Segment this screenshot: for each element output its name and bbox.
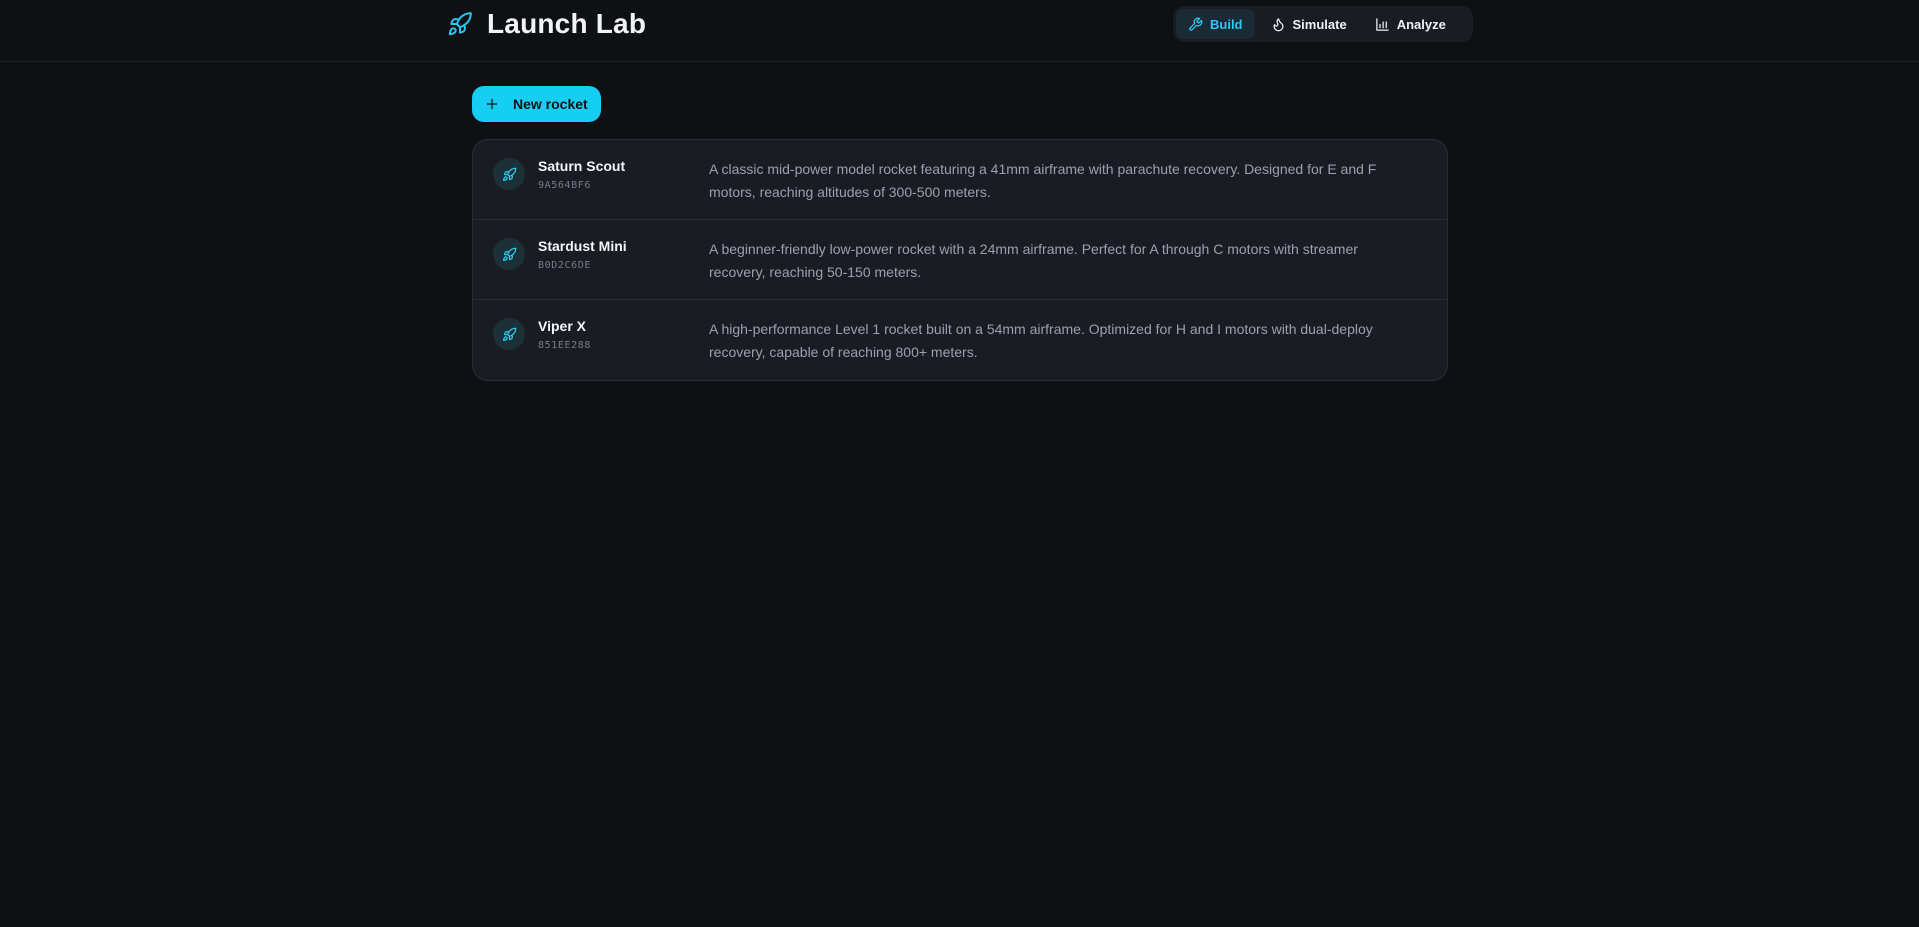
rocket-id: 851EE288 [538, 340, 591, 351]
rocket-description: A high-performance Level 1 rocket built … [709, 321, 1373, 360]
rocket-icon [493, 318, 525, 350]
rocket-row[interactable]: Viper X 851EE288 A high-performance Leve… [473, 300, 1447, 380]
rocket-list: Saturn Scout 9A564BF6 A classic mid-powe… [472, 139, 1448, 381]
tab-label: Build [1210, 16, 1243, 32]
new-rocket-button[interactable]: New rocket [472, 86, 601, 122]
rocket-name: Stardust Mini [538, 238, 627, 254]
flame-icon [1273, 17, 1283, 31]
tab-analyze[interactable]: Analyze [1363, 9, 1458, 39]
rocket-id: B0D2C6DE [538, 260, 591, 271]
tab-build[interactable]: Build [1176, 9, 1255, 39]
rocket-row[interactable]: Stardust Mini B0D2C6DE A beginner-friend… [473, 220, 1447, 300]
rocket-id: 9A564BF6 [538, 180, 591, 191]
main-content: New rocket Saturn Scout 9A564BF6 A class… [472, 86, 1448, 381]
bar-chart-icon [1375, 17, 1389, 31]
rocket-icon [493, 158, 525, 190]
rocket-row[interactable]: Saturn Scout 9A564BF6 A classic mid-powe… [473, 140, 1447, 220]
app-header: Launch Lab Build Simulate Analyze [0, 0, 1919, 62]
rocket-name: Viper X [538, 318, 586, 334]
tab-label: Analyze [1396, 16, 1446, 32]
tab-label: Simulate [1292, 16, 1347, 32]
brand[interactable]: Launch Lab [447, 6, 646, 42]
rocket-icon [493, 238, 525, 270]
tab-simulate[interactable]: Simulate [1259, 9, 1359, 39]
rocket-icon [447, 11, 473, 37]
rocket-name: Saturn Scout [538, 158, 626, 174]
new-rocket-label: New rocket [513, 96, 588, 112]
rocket-description: A classic mid-power model rocket featuri… [709, 161, 1377, 200]
main-nav: Build Simulate Analyze [1173, 6, 1473, 42]
app-title: Launch Lab [487, 8, 647, 39]
wrench-icon [1189, 17, 1203, 31]
rocket-description: A beginner-friendly low-power rocket wit… [709, 241, 1358, 280]
plus-icon [486, 98, 498, 110]
